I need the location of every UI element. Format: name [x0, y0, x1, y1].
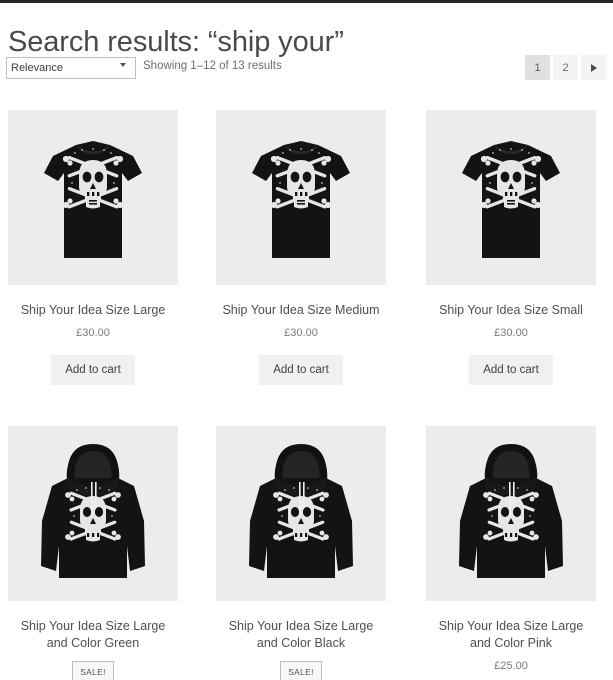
product-price: £30.00	[284, 327, 318, 339]
add-to-cart-button[interactable]: Add to cart	[259, 355, 343, 385]
product-image-link[interactable]	[8, 426, 178, 601]
hoodie-skull-black-icon	[216, 426, 386, 601]
product-image-link[interactable]	[8, 110, 178, 285]
product-price: £30.00	[76, 327, 110, 339]
product-title[interactable]: Ship Your Idea Size Medium	[216, 302, 386, 319]
pagination-next-button[interactable]	[581, 55, 606, 80]
add-to-cart-wrapper: Add to cart	[216, 355, 386, 385]
product-title[interactable]: Ship Your Idea Size Large and Color Blac…	[216, 618, 386, 652]
product-image-link[interactable]	[426, 426, 596, 601]
product-card: Ship Your Idea Size Large £30.00 Add to …	[8, 110, 178, 385]
search-results-page: Search results: “ship your” Relevance Sh…	[0, 0, 613, 680]
top-bar	[0, 0, 613, 3]
product-title[interactable]: Ship Your Idea Size Large and Color Pink	[426, 618, 596, 652]
add-to-cart-wrapper: Add to cart	[8, 355, 178, 385]
results-toolbar: Relevance Showing 1–12 of 13 results 1 2	[0, 55, 613, 83]
pagination: 1 2	[525, 55, 606, 80]
next-arrow-icon	[590, 63, 597, 72]
status-badge-sale: SALE!	[280, 661, 322, 680]
tshirt-skull-black-icon	[426, 110, 596, 285]
hoodie-skull-black-icon	[426, 426, 596, 601]
sale-badge-wrapper: SALE!	[216, 661, 386, 680]
product-card: Ship Your Idea Size Small £30.00 Add to …	[426, 110, 596, 385]
product-image-link[interactable]	[216, 110, 386, 285]
orderby-select[interactable]: Relevance	[6, 57, 136, 79]
page-title: Search results: “ship your”	[8, 26, 344, 59]
product-title[interactable]: Ship Your Idea Size Large and Color Gree…	[8, 618, 178, 652]
product-image-link[interactable]	[216, 426, 386, 601]
product-card: Ship Your Idea Size Large and Color Blac…	[216, 426, 386, 680]
pagination-page-2[interactable]: 2	[553, 55, 578, 80]
product-image-link[interactable]	[426, 110, 596, 285]
product-row-2: Ship Your Idea Size Large and Color Gree…	[0, 426, 613, 680]
tshirt-skull-black-icon	[216, 110, 386, 285]
product-title[interactable]: Ship Your Idea Size Large	[8, 302, 178, 319]
product-row-1: Ship Your Idea Size Large £30.00 Add to …	[0, 110, 613, 385]
status-badge-sale: SALE!	[72, 661, 114, 680]
product-card: Ship Your Idea Size Large and Color Gree…	[8, 426, 178, 680]
product-card: Ship Your Idea Size Large and Color Pink…	[426, 426, 596, 672]
product-price: £25.00	[494, 660, 528, 672]
hoodie-skull-black-icon	[8, 426, 178, 601]
add-to-cart-wrapper: Add to cart	[426, 355, 596, 385]
product-price: £30.00	[494, 327, 528, 339]
product-title[interactable]: Ship Your Idea Size Small	[426, 302, 596, 319]
sale-badge-wrapper: SALE!	[8, 661, 178, 680]
pagination-page-1[interactable]: 1	[525, 55, 550, 80]
result-count: Showing 1–12 of 13 results	[143, 60, 282, 72]
tshirt-skull-black-icon	[8, 110, 178, 285]
product-grid: Ship Your Idea Size Large £30.00 Add to …	[0, 110, 613, 680]
add-to-cart-button[interactable]: Add to cart	[469, 355, 553, 385]
product-card: Ship Your Idea Size Medium £30.00 Add to…	[216, 110, 386, 385]
add-to-cart-button[interactable]: Add to cart	[51, 355, 135, 385]
